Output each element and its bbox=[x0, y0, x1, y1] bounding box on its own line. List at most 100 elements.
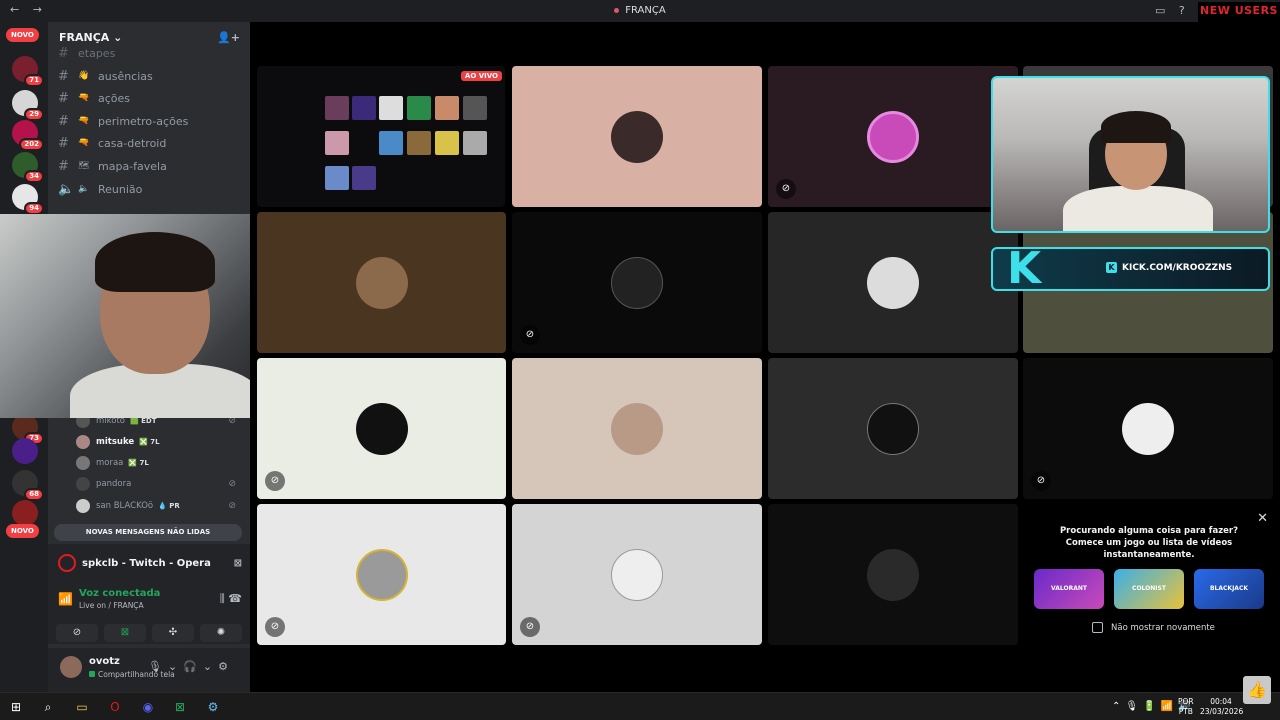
soundboard-button[interactable]: ✺ bbox=[200, 624, 242, 642]
hash-icon: # bbox=[58, 45, 69, 61]
muted-icon: ⊘ bbox=[265, 471, 285, 491]
channel-emoji: 🔫 bbox=[78, 93, 90, 103]
inbox-icon[interactable]: ▭ bbox=[1155, 4, 1165, 17]
thumbnail bbox=[463, 96, 487, 120]
title-bar: ← → FRANÇA ▭ ? bbox=[0, 0, 1280, 22]
webcam-hair bbox=[1101, 111, 1171, 143]
live-badge: AO VIVO bbox=[460, 71, 502, 81]
video-tile[interactable] bbox=[768, 212, 1018, 353]
channel-item[interactable]: # etapes bbox=[58, 43, 115, 63]
avatar bbox=[867, 548, 919, 601]
video-tile[interactable]: ⊘ bbox=[512, 504, 762, 645]
video-tile[interactable]: ⊘ bbox=[257, 358, 506, 499]
video-tile[interactable] bbox=[768, 504, 1018, 645]
muted-icon: ⊘ bbox=[520, 325, 540, 345]
thumbnail bbox=[325, 131, 349, 155]
server-icon[interactable]: 94 bbox=[12, 184, 44, 215]
server-icon[interactable] bbox=[12, 500, 38, 526]
thumbnail bbox=[407, 131, 431, 155]
new-messages-bar[interactable]: NOVAS MENSAGENS NÃO LIDAS bbox=[54, 524, 242, 541]
video-tile[interactable] bbox=[257, 212, 506, 353]
channel-item[interactable]: # 👋 ausências bbox=[58, 66, 153, 86]
user-tag: ❎ 7L bbox=[128, 459, 149, 467]
voice-user[interactable]: mitsuke ❎ 7L bbox=[76, 432, 236, 452]
server-icon[interactable]: 71 bbox=[12, 56, 44, 87]
checkbox[interactable] bbox=[1092, 622, 1103, 633]
help-icon[interactable]: ? bbox=[1179, 4, 1185, 17]
user-tag: ❎ 7L bbox=[139, 438, 160, 446]
voice-status: Voz conectada bbox=[79, 588, 161, 599]
muted-icon: ⊘ bbox=[520, 617, 540, 637]
file-explorer-icon[interactable]: ▭ bbox=[74, 699, 90, 715]
thumbnail bbox=[352, 96, 376, 120]
channel-emoji: 🗺 bbox=[78, 161, 90, 171]
channel-name: ausências bbox=[98, 69, 153, 83]
opera-icon[interactable]: O bbox=[107, 699, 123, 715]
activity-card[interactable]: COLONIST bbox=[1114, 569, 1184, 609]
search-icon[interactable]: ⌕ bbox=[40, 699, 56, 715]
video-tile[interactable]: ⊘ bbox=[1023, 358, 1273, 499]
disconnect-controls[interactable]: ⫼ ☎ bbox=[220, 592, 242, 606]
windows-taskbar: ⊞ ⌕ ▭ O ◉ ⊠ ⚙ ⌃🎙🔋📶🔊 POR PTB 00:04 23/03/20… bbox=[0, 692, 1280, 720]
video-tile[interactable] bbox=[768, 358, 1018, 499]
clock[interactable]: 00:04 23/03/2026 bbox=[1200, 697, 1243, 717]
steam-icon[interactable]: ⚙ bbox=[205, 699, 221, 715]
channel-item[interactable]: # 🔫 ações bbox=[58, 88, 130, 108]
video-tile[interactable]: ⊘ bbox=[512, 212, 762, 353]
user-tag: 💧 PR bbox=[158, 502, 180, 510]
channel-item[interactable]: # 🔫 perimetro-ações bbox=[58, 111, 188, 131]
channel-item[interactable]: # 🗺 mapa-favela bbox=[58, 156, 167, 176]
activity-card[interactable]: VALORANT bbox=[1034, 569, 1104, 609]
activity-card[interactable]: BLACKJACK bbox=[1194, 569, 1264, 609]
channel-item[interactable]: # 🔫 casa-detroid bbox=[58, 133, 166, 153]
screen-share-button[interactable]: ⊠ bbox=[104, 624, 146, 642]
avatar bbox=[611, 256, 663, 309]
server-icon[interactable] bbox=[12, 438, 38, 464]
voice-channel-item[interactable]: 🔈 🔈 Reunião bbox=[58, 179, 142, 199]
avatar[interactable] bbox=[60, 656, 82, 678]
channel-name: casa-detroid bbox=[98, 136, 167, 150]
signal-icon: 📶 bbox=[58, 592, 73, 606]
voice-panel: spkclb - Twitch - Opera ⊠ 📶 Voz conectad… bbox=[48, 544, 250, 644]
dont-show-label: Não mostrar novamente bbox=[1111, 622, 1215, 633]
xbox-icon[interactable]: ⊠ bbox=[172, 699, 188, 715]
unread-badge: 202 bbox=[19, 138, 44, 151]
server-icon[interactable]: 34 bbox=[12, 152, 44, 183]
activities-button[interactable]: ✣ bbox=[152, 624, 194, 642]
language-indicator[interactable]: POR PTB bbox=[1178, 697, 1194, 717]
video-tile[interactable]: ⊘ bbox=[768, 66, 1018, 207]
activity-games: VALORANT COLONIST BLACKJACK bbox=[1034, 569, 1280, 609]
close-stream-icon[interactable]: ⊠ bbox=[234, 558, 242, 569]
discord-icon[interactable]: ◉ bbox=[140, 699, 156, 715]
speaker-icon: 🔈 bbox=[58, 181, 75, 197]
video-tile[interactable]: ⊘ bbox=[257, 504, 506, 645]
new-badge: NOVO bbox=[6, 524, 39, 538]
dont-show-again[interactable]: Não mostrar novamente bbox=[1092, 622, 1215, 633]
stream-info[interactable]: spkclb - Twitch - Opera ⊠ bbox=[58, 552, 242, 574]
avatar bbox=[611, 548, 663, 601]
muted-icon: ⊘ bbox=[265, 617, 285, 637]
voice-user[interactable]: san BLACKOö 💧 PR ⊘ bbox=[76, 496, 236, 516]
voice-location[interactable]: Live on / FRANÇA bbox=[79, 601, 144, 610]
user-tag: 🟩 EDT bbox=[130, 417, 157, 425]
add-member-icon[interactable]: 👤+ bbox=[217, 31, 240, 44]
lang-line-1: POR bbox=[1178, 697, 1194, 706]
new-badge: NOVO bbox=[6, 28, 39, 42]
video-tile[interactable] bbox=[512, 358, 762, 499]
windows-start-icon[interactable]: ⊞ bbox=[8, 699, 24, 715]
close-icon[interactable]: ✕ bbox=[1257, 511, 1268, 526]
video-tile[interactable] bbox=[512, 66, 762, 207]
server-icon[interactable]: 202 bbox=[12, 120, 44, 151]
user-name: ovotz bbox=[89, 656, 120, 667]
channel-name: etapes bbox=[78, 46, 116, 60]
camera-off-button[interactable]: ⊘ bbox=[56, 624, 98, 642]
server-icon[interactable]: 68 bbox=[12, 470, 44, 501]
voice-user[interactable]: pandora ⊘ bbox=[76, 474, 236, 494]
thumbnail bbox=[435, 96, 459, 120]
window-title-text: FRANÇA bbox=[625, 5, 666, 16]
webcam-hair bbox=[95, 232, 215, 292]
screen-share-tile[interactable]: AO VIVO bbox=[257, 66, 505, 207]
server-icon[interactable]: 29 bbox=[12, 90, 44, 121]
voice-user[interactable]: moraa ❎ 7L bbox=[76, 453, 236, 473]
user-controls[interactable]: 🎙⌄🎧⌄⚙ bbox=[148, 660, 234, 673]
